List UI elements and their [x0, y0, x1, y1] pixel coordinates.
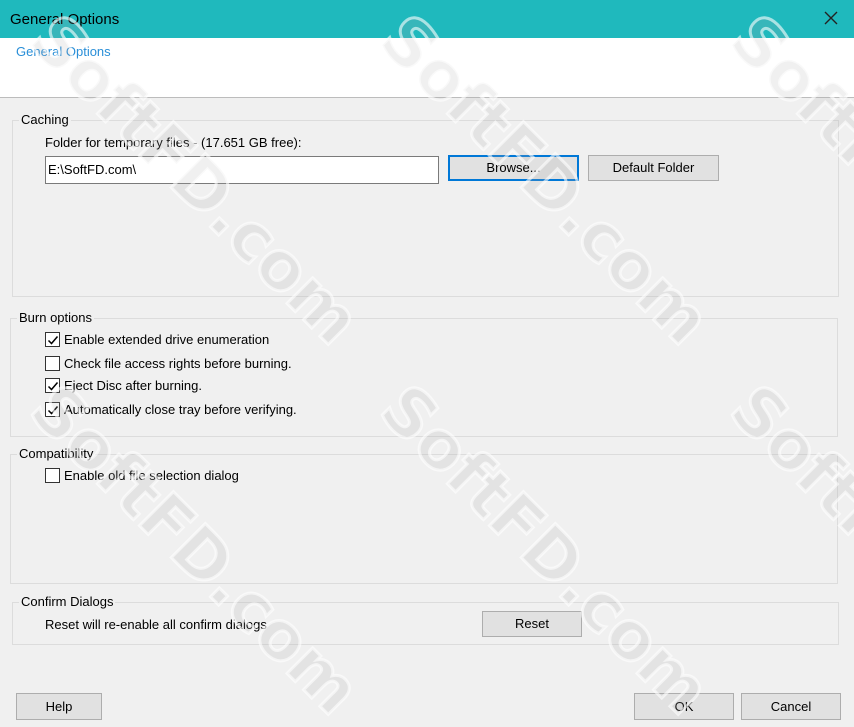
checkbox-box[interactable]: [45, 356, 60, 371]
confirm-dialogs-group-title: Confirm Dialogs: [19, 594, 116, 609]
default-folder-button-label: Default Folder: [612, 160, 695, 175]
checkbox-box[interactable]: [45, 332, 60, 347]
help-button-label: Help: [45, 699, 73, 714]
auto-close-tray-checkbox[interactable]: Automatically close tray before verifyin…: [45, 402, 297, 417]
checkmark-icon: [47, 381, 58, 391]
burn-options-group-title: Burn options: [17, 310, 94, 325]
checkbox-label: Enable extended drive enumeration: [64, 332, 270, 347]
general-options-link[interactable]: General Options: [16, 44, 111, 59]
cancel-button-label: Cancel: [770, 699, 812, 714]
checkbox-box[interactable]: [45, 468, 60, 483]
header-panel: General Options: [0, 38, 854, 98]
checkbox-label: Automatically close tray before verifyin…: [64, 402, 297, 417]
folder-input[interactable]: E:\SoftFD.com\: [45, 156, 439, 184]
folder-label: Folder for temporary files - (17.651 GB …: [45, 135, 302, 150]
checkbox-label: Check file access rights before burning.: [64, 356, 292, 371]
cancel-button[interactable]: Cancel: [741, 693, 841, 720]
checkmark-icon: [47, 335, 58, 345]
caching-group-title: Caching: [19, 112, 71, 127]
help-button[interactable]: Help: [16, 693, 102, 720]
check-file-access-checkbox[interactable]: Check file access rights before burning.: [45, 356, 292, 371]
confirm-dialogs-description: Reset will re-enable all confirm dialogs: [45, 617, 267, 632]
reset-button[interactable]: Reset: [482, 611, 582, 637]
ok-button-label: OK: [674, 699, 694, 714]
title-bar: General Options: [0, 0, 854, 38]
checkbox-label: Eject Disc after burning.: [64, 378, 203, 393]
reset-button-label: Reset: [515, 616, 549, 631]
compatibility-group-title: Compatibility: [17, 446, 96, 461]
default-folder-button[interactable]: Default Folder: [588, 155, 719, 181]
enable-extended-enumeration-checkbox[interactable]: Enable extended drive enumeration: [45, 332, 269, 347]
eject-disc-checkbox[interactable]: Eject Disc after burning.: [45, 378, 202, 393]
old-file-selection-checkbox[interactable]: Enable old file selection dialog: [45, 468, 239, 483]
checkmark-icon: [47, 405, 58, 415]
ok-button[interactable]: OK: [634, 693, 734, 720]
checkbox-box[interactable]: [45, 402, 60, 417]
browse-button[interactable]: Browse...: [448, 155, 579, 181]
close-icon[interactable]: [822, 9, 840, 27]
window-title: General Options: [10, 11, 120, 28]
checkbox-label: Enable old file selection dialog: [64, 468, 239, 483]
browse-button-label: Browse...: [486, 160, 541, 175]
checkbox-box[interactable]: [45, 378, 60, 393]
